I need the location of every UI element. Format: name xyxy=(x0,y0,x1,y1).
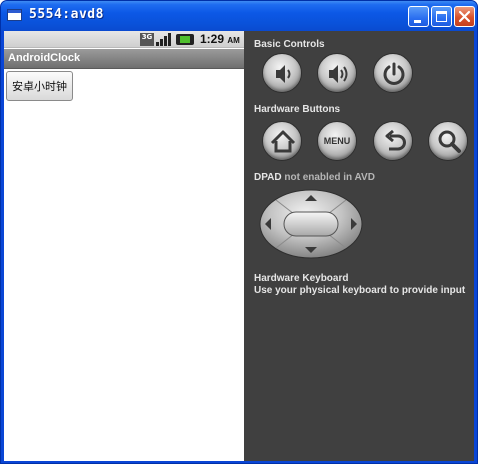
status-clock: 1:29 AM xyxy=(200,32,240,46)
power-button[interactable] xyxy=(373,53,413,93)
power-icon xyxy=(383,62,405,85)
status-bar[interactable]: 3G 1:29 AM xyxy=(4,31,244,48)
client-area: 3G 1:29 AM AndroidClock 安卓小时钟 Basic Cont… xyxy=(4,31,474,461)
status-ampm: AM xyxy=(227,36,240,45)
app-title: AndroidClock xyxy=(8,52,81,64)
dpad-status: not enabled in AVD xyxy=(284,172,375,183)
search-button[interactable] xyxy=(428,121,468,161)
volume-up-icon xyxy=(329,65,348,83)
network-3g-icon: 3G xyxy=(140,33,154,46)
volume-up-button[interactable] xyxy=(317,53,357,93)
home-button[interactable] xyxy=(262,121,302,161)
volume-down-button[interactable] xyxy=(262,53,302,93)
maximize-icon xyxy=(436,11,447,22)
emulator-window: 5554:avd8 3G 1:29 AM AndroidClock 安卓小时钟 … xyxy=(0,0,478,464)
emulator-control-panel: Basic Controls Hardware Buttons MENU DPA… xyxy=(244,31,474,461)
back-button[interactable] xyxy=(373,121,413,161)
close-icon xyxy=(458,10,471,23)
menu-label: MENU xyxy=(323,136,351,146)
back-icon xyxy=(385,129,406,151)
battery-icon xyxy=(176,34,194,45)
volume-down-icon xyxy=(276,65,291,83)
close-button[interactable] xyxy=(454,6,475,27)
minimize-button[interactable] xyxy=(408,6,429,27)
menu-button[interactable]: MENU xyxy=(317,121,357,161)
clock-button[interactable]: 安卓小时钟 xyxy=(6,71,73,101)
app-title-bar: AndroidClock xyxy=(4,49,244,69)
window-title: 5554:avd8 xyxy=(29,7,104,22)
window-titlebar[interactable]: 5554:avd8 xyxy=(1,1,477,31)
keyboard-label: Hardware Keyboard xyxy=(254,273,349,284)
window-app-icon[interactable] xyxy=(7,9,22,21)
hardware-buttons-label: Hardware Buttons xyxy=(254,104,341,115)
home-icon xyxy=(270,130,296,153)
dpad-label: DPAD not enabled in AVD xyxy=(254,172,375,183)
signal-icon xyxy=(156,33,174,46)
minimize-icon xyxy=(414,20,421,23)
dpad-title: DPAD xyxy=(254,172,282,183)
search-icon xyxy=(438,130,461,153)
window-border-right xyxy=(474,31,477,463)
basic-controls-label: Basic Controls xyxy=(254,39,325,50)
maximize-button[interactable] xyxy=(431,6,452,27)
keyboard-hint: Use your physical keyboard to provide in… xyxy=(254,285,466,296)
status-time: 1:29 xyxy=(200,32,225,46)
dpad[interactable] xyxy=(258,188,364,260)
dpad-graphic xyxy=(259,189,363,259)
android-screen[interactable]: 3G 1:29 AM AndroidClock 安卓小时钟 xyxy=(4,31,244,461)
